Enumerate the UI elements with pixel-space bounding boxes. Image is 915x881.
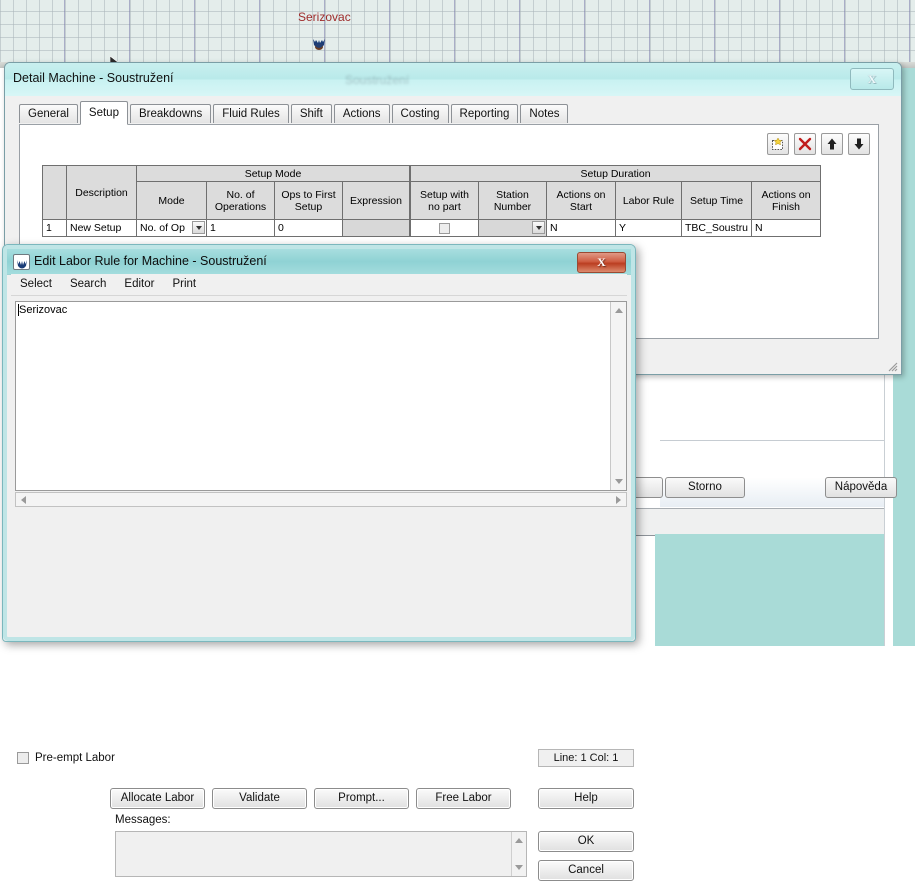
- col-setup-with-no-part: Setup with no part: [410, 181, 479, 220]
- tab-setup[interactable]: Setup: [79, 101, 128, 125]
- allocate-labor-button[interactable]: Allocate Labor: [110, 788, 205, 809]
- grid-header-row: Mode No. of Operations Ops to First Setu…: [43, 181, 822, 220]
- worker-icon[interactable]: [311, 38, 327, 51]
- detail-storno-button[interactable]: Storno: [665, 477, 745, 498]
- col-no-of-operations: No. of Operations: [206, 181, 275, 220]
- messages-label: Messages:: [115, 814, 171, 826]
- col-expression: Expression: [342, 181, 410, 220]
- cell-expression[interactable]: [342, 219, 410, 237]
- messages-scroll-down-icon[interactable]: [512, 861, 525, 874]
- col-description: Description: [66, 165, 137, 220]
- table-row[interactable]: 1 New Setup No. of Op 1 0 N Y TBC_Soustr…: [42, 219, 822, 237]
- scroll-left-icon[interactable]: [17, 493, 30, 506]
- col-actions-on-start: Actions on Start: [546, 181, 616, 220]
- app-icon: [13, 254, 30, 270]
- tab-costing[interactable]: Costing: [391, 104, 449, 123]
- chevron-down-icon-station[interactable]: [532, 221, 545, 234]
- cell-no-of-operations[interactable]: 1: [206, 219, 275, 237]
- cell-description[interactable]: New Setup: [66, 219, 137, 237]
- tab-shift[interactable]: Shift: [290, 104, 332, 123]
- titlebar-ghost-text: Soustružení: [345, 73, 410, 87]
- col-ops-to-first-setup: Ops to First Setup: [274, 181, 343, 220]
- cell-row-index: 1: [42, 219, 67, 237]
- pre-empt-labor-checkbox[interactable]: [17, 752, 29, 764]
- messages-scroll-up-icon[interactable]: [512, 834, 525, 847]
- group-setup-duration: Setup Duration: [409, 165, 822, 182]
- edit-labor-rule-dialog: Edit Labor Rule for Machine - Soustružen…: [2, 244, 636, 881]
- tab-fluid-rules[interactable]: Fluid Rules: [213, 104, 289, 123]
- validate-button[interactable]: Validate: [212, 788, 307, 809]
- setup-toolbar: [762, 133, 870, 157]
- prompt-button[interactable]: Prompt...: [314, 788, 409, 809]
- canvas-machine-label: Serizovac: [298, 10, 351, 24]
- tab-reporting[interactable]: Reporting: [450, 104, 519, 123]
- menu-item-select[interactable]: Select: [11, 274, 61, 295]
- col-mode: Mode: [136, 181, 207, 220]
- messages-vertical-scrollbar[interactable]: [511, 832, 526, 876]
- dialog-frame: Edit Labor Rule for Machine - Soustružen…: [3, 245, 635, 881]
- col-station-number: Station Number: [478, 181, 547, 220]
- group-setup-mode: Setup Mode: [136, 165, 410, 182]
- setup-grid[interactable]: Description Setup Mode Setup Duration Mo…: [42, 165, 822, 237]
- tab-actions[interactable]: Actions: [333, 104, 390, 123]
- labor-rule-editor[interactable]: Serizovac: [15, 301, 627, 491]
- tab-breakdowns[interactable]: Breakdowns: [129, 104, 212, 123]
- scroll-right-icon[interactable]: [612, 493, 625, 506]
- labor-rule-editor-text[interactable]: Serizovac: [19, 304, 67, 316]
- editor-vertical-scrollbar[interactable]: [610, 302, 626, 490]
- free-labor-button[interactable]: Free Labor: [416, 788, 511, 809]
- cell-actions-on-finish[interactable]: N: [751, 219, 822, 237]
- cell-labor-rule[interactable]: Y: [615, 219, 682, 237]
- labor-dialog-titlebar[interactable]: Edit Labor Rule for Machine - Soustružen…: [7, 249, 631, 275]
- tab-notes[interactable]: Notes: [520, 104, 569, 123]
- new-row-icon[interactable]: [767, 133, 789, 155]
- menu-item-search[interactable]: Search: [61, 274, 115, 295]
- messages-box[interactable]: [115, 831, 527, 877]
- help-button[interactable]: Help: [538, 788, 634, 809]
- scroll-down-icon[interactable]: [612, 475, 625, 488]
- col-actions-on-finish: Actions on Finish: [751, 181, 822, 220]
- chevron-down-icon[interactable]: [192, 221, 205, 234]
- labor-dialog-menubar: Select Search Editor Print: [11, 274, 627, 296]
- col-labor-rule: Labor Rule: [615, 181, 682, 220]
- cell-setup-with-no-part[interactable]: [410, 219, 479, 237]
- col-setup-time: Setup Time: [680, 181, 753, 220]
- detail-machine-titlebar[interactable]: Detail Machine - Soustružení Soustružení…: [5, 63, 901, 97]
- cell-actions-on-start[interactable]: N: [546, 219, 616, 237]
- detail-resize-grip[interactable]: [886, 360, 898, 372]
- pre-empt-labor-row[interactable]: Pre-empt Labor: [17, 750, 115, 766]
- cell-ops-to-first-setup[interactable]: 0: [274, 219, 343, 237]
- labor-dialog-close-button[interactable]: X: [577, 252, 626, 273]
- menu-item-print[interactable]: Print: [163, 274, 205, 295]
- cancel-button[interactable]: Cancel: [538, 860, 634, 881]
- grid-group-header-row: Description Setup Mode Setup Duration: [42, 165, 822, 220]
- labor-dialog-title: Edit Labor Rule for Machine - Soustružen…: [34, 254, 267, 268]
- pre-empt-labor-label: Pre-empt Labor: [35, 752, 115, 764]
- background-tabstrip[interactable]: Sample Modules Layout: [618, 508, 915, 536]
- detail-napoveda-button[interactable]: Nápověda: [825, 477, 897, 498]
- tab-general[interactable]: General: [19, 104, 78, 123]
- editor-horizontal-scrollbar[interactable]: [15, 492, 627, 507]
- cell-mode-value: No. of Op: [140, 222, 185, 234]
- arrow-up-icon[interactable]: [821, 133, 843, 155]
- cell-mode[interactable]: No. of Op: [136, 219, 207, 237]
- scroll-up-icon[interactable]: [612, 304, 625, 317]
- detail-machine-tabstrip: General Setup Breakdowns Fluid Rules Shi…: [19, 101, 879, 125]
- delete-row-icon[interactable]: [794, 133, 816, 155]
- ok-button[interactable]: OK: [538, 831, 634, 852]
- line-col-indicator: Line: 1 Col: 1: [538, 749, 634, 767]
- layout-canvas[interactable]: Serizovac: [0, 0, 915, 70]
- background-teal-area: [655, 534, 915, 646]
- arrow-down-icon[interactable]: [848, 133, 870, 155]
- setup-no-part-checkbox[interactable]: [439, 222, 450, 234]
- detail-machine-title: Detail Machine - Soustružení: [13, 71, 174, 85]
- cell-station-number[interactable]: [478, 219, 547, 237]
- detail-machine-close-button[interactable]: X: [850, 68, 894, 90]
- col-row-index: [42, 165, 67, 220]
- menu-item-editor[interactable]: Editor: [115, 274, 163, 295]
- cell-setup-time[interactable]: TBC_Soustru: [680, 219, 753, 237]
